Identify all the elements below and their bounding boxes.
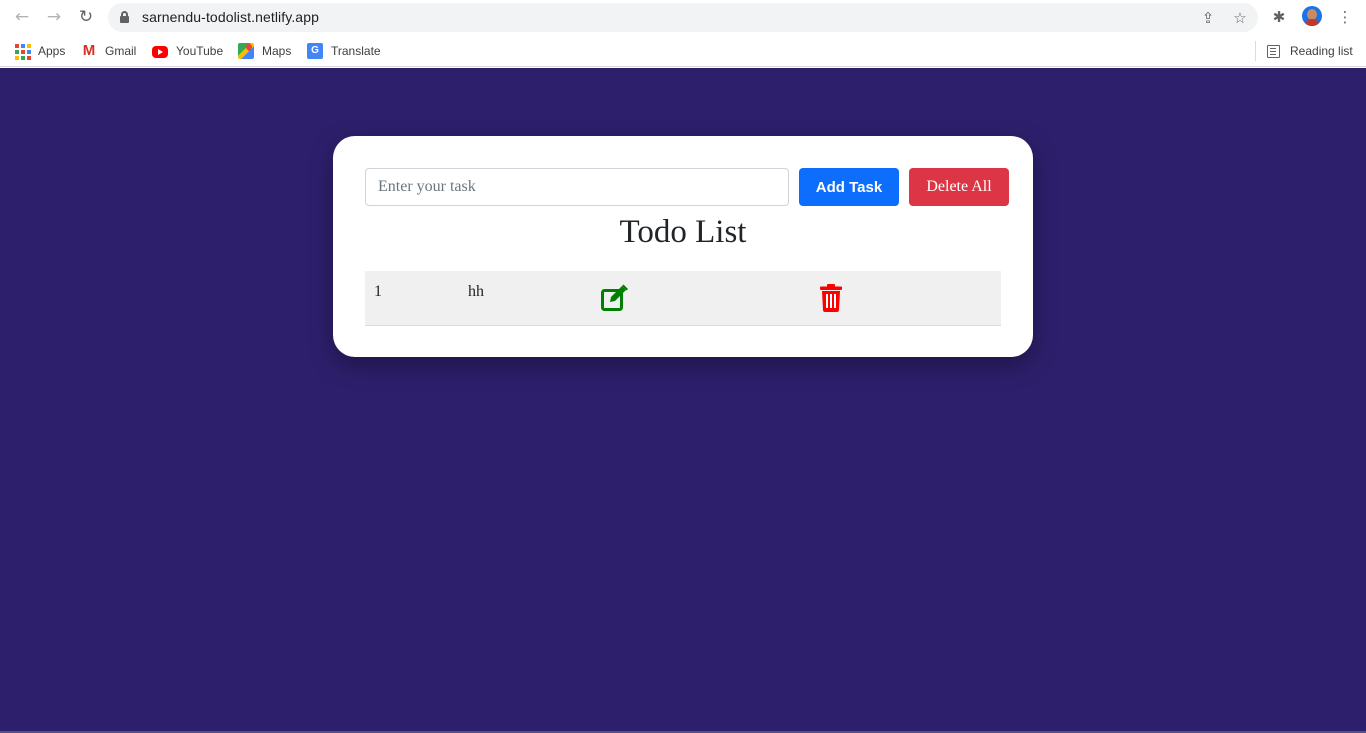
task-text: hh (468, 283, 484, 300)
extensions-puzzle-icon[interactable]: ✱ (1268, 6, 1290, 28)
forward-arrow-icon[interactable]: → (42, 6, 66, 28)
profile-avatar[interactable] (1302, 6, 1322, 26)
bookmark-apps[interactable]: Apps (14, 41, 65, 61)
add-task-button[interactable]: Add Task (799, 168, 899, 206)
maps-icon (238, 43, 254, 59)
bookmark-label: Apps (38, 44, 66, 58)
page-background: Add Task Delete All Todo List 1 hh (0, 68, 1366, 733)
address-bar[interactable]: sarnendu-todolist.netlify.app ⇪ ☆ (108, 3, 1258, 32)
bookmarks-divider (1255, 41, 1256, 61)
translate-icon: G (307, 43, 323, 59)
reload-icon[interactable]: ↻ (74, 6, 98, 28)
bookmark-label: Translate (331, 44, 381, 58)
bookmark-star-icon[interactable]: ☆ (1229, 7, 1251, 29)
share-icon[interactable]: ⇪ (1197, 7, 1219, 29)
delete-all-button[interactable]: Delete All (909, 168, 1009, 206)
lock-icon[interactable] (120, 11, 129, 23)
bookmark-gmail[interactable]: M Gmail (81, 41, 137, 61)
reading-list-button[interactable]: Reading list (1267, 41, 1353, 61)
bookmark-label: Maps (262, 44, 292, 58)
bookmark-maps[interactable]: Maps (238, 41, 291, 61)
gmail-icon: M (82, 42, 96, 59)
todo-card: Add Task Delete All Todo List 1 hh (333, 136, 1033, 357)
youtube-icon (152, 46, 168, 58)
page-title: Todo List (619, 214, 747, 250)
task-input[interactable] (365, 168, 789, 206)
browser-toolbar: ← → ↻ sarnendu-todolist.netlify.app ⇪ ☆ … (0, 0, 1366, 35)
bookmark-label: YouTube (176, 44, 224, 58)
more-menu-icon[interactable]: ⋮ (1334, 6, 1356, 28)
bookmark-label: Gmail (105, 44, 137, 58)
back-arrow-icon[interactable]: ← (10, 6, 34, 28)
url-text[interactable]: sarnendu-todolist.netlify.app (142, 9, 319, 25)
bookmark-youtube[interactable]: YouTube (152, 41, 223, 61)
table-row: 1 hh (365, 271, 1001, 326)
reading-list-icon (1267, 44, 1280, 58)
trash-icon[interactable] (819, 284, 843, 312)
reading-list-label: Reading list (1290, 44, 1353, 58)
edit-icon[interactable] (600, 284, 630, 312)
task-number: 1 (374, 283, 382, 300)
bookmarks-bar: Apps M Gmail YouTube Maps G Translate Re… (0, 35, 1366, 67)
apps-grid-icon (14, 43, 31, 60)
bookmark-translate[interactable]: G Translate (307, 41, 381, 61)
